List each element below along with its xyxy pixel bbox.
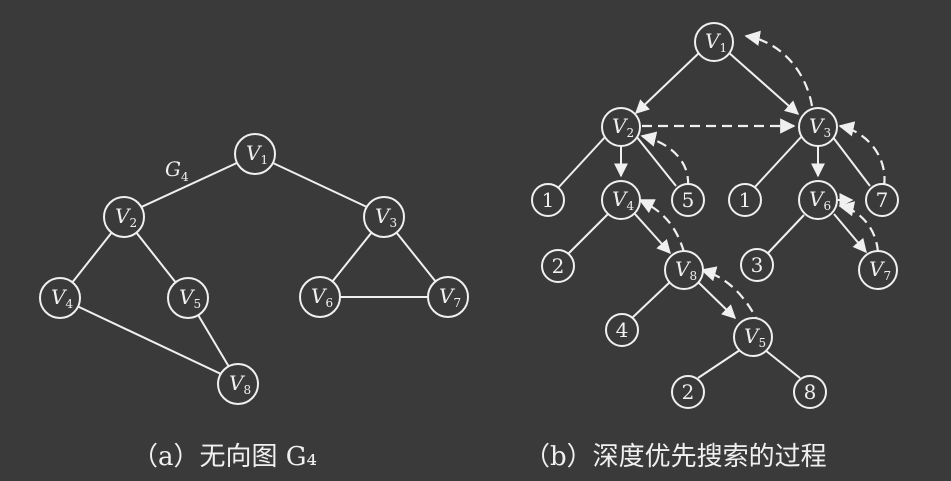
dfs-leaf-4: 4 [605,313,639,347]
tree-edge-v4-2 [567,213,609,255]
vertex-v3: V3 [363,196,405,238]
graph-label: G4 [165,157,189,184]
svg-text:2: 2 [552,254,565,278]
dfs-node-v6: V6 [798,180,838,220]
back-edge-v3-v1 [744,30,814,107]
dfs-node-v2: V2 [601,107,641,147]
dfs-node-v4: V4 [601,180,641,220]
svg-text:3: 3 [751,253,764,277]
edge-v1-v2 [123,155,253,216]
dfs-node-v1: V1 [694,22,734,62]
vertex-v1: V1 [234,133,276,175]
dfs-leaf-5: 5 [671,183,705,217]
caption-b: （b）深度优先搜索的过程 [524,442,827,472]
tree-edge-v4-v8 [634,213,671,255]
tree-edge-v2-1 [557,135,607,189]
dfs-node-v7: V7 [858,250,898,290]
tree-edge-v3-1 [753,135,803,189]
figure-canvas: G4 V1 V2 V3 V4 V5 V6 V7 V8 （a）无向图 G₄ V1 … [39,22,899,472]
svg-text:1: 1 [739,188,752,212]
tree-edge-v8-4 [631,281,671,319]
svg-text:5: 5 [682,188,695,212]
dfs-node-v5: V5 [733,317,773,357]
dfs-leaf-3: 3 [740,248,774,282]
tree-edge-v2-5 [635,135,677,187]
edge-v1-v3 [257,155,385,216]
dfs-leaf-7: 7 [865,183,899,217]
vertex-v2: V2 [103,196,145,238]
tree-edge-v5-2 [697,349,741,379]
dfs-node-v8: V8 [664,250,704,290]
svg-text:7: 7 [876,188,889,212]
vertex-v4: V4 [39,277,81,319]
dfs-leaf-8: 8 [793,375,827,409]
vertex-v8: V8 [217,363,259,405]
tree-edge-v1-v2 [634,51,701,114]
svg-text:2: 2 [682,380,695,404]
vertex-v7: V7 [427,276,469,318]
tree-edge-v6-3 [767,214,805,254]
dfs-node-v3: V3 [798,107,838,147]
tree-edge-v6-v7 [833,213,867,254]
tree-edge-v1-v3 [727,51,800,115]
vertex-v6: V6 [299,276,341,318]
dfs-leaf-1: 1 [531,183,565,217]
svg-text:8: 8 [804,380,817,404]
dfs-leaf-1b: 1 [728,183,762,217]
back-edge-5-v2 [640,131,690,187]
tree-edge-v8-v5 [697,281,737,319]
tree-b: V1 V2 V3 V4 V8 V5 V6 V7 1 5 2 4 2 8 1 7 … [524,22,899,472]
tree-edge-v3-7 [831,135,871,187]
dfs-leaf-2a: 2 [541,249,575,283]
svg-text:1: 1 [542,188,555,212]
svg-text:4: 4 [616,318,629,342]
dfs-leaf-2b: 2 [671,375,705,409]
graph-a: G4 V1 V2 V3 V4 V5 V6 V7 V8 （a）无向图 G₄ [39,133,469,472]
tree-edge-v5-8 [764,349,801,379]
vertex-v5: V5 [167,277,209,319]
caption-a: （a）无向图 G₄ [132,442,317,472]
edge-v4-v8 [59,297,239,383]
